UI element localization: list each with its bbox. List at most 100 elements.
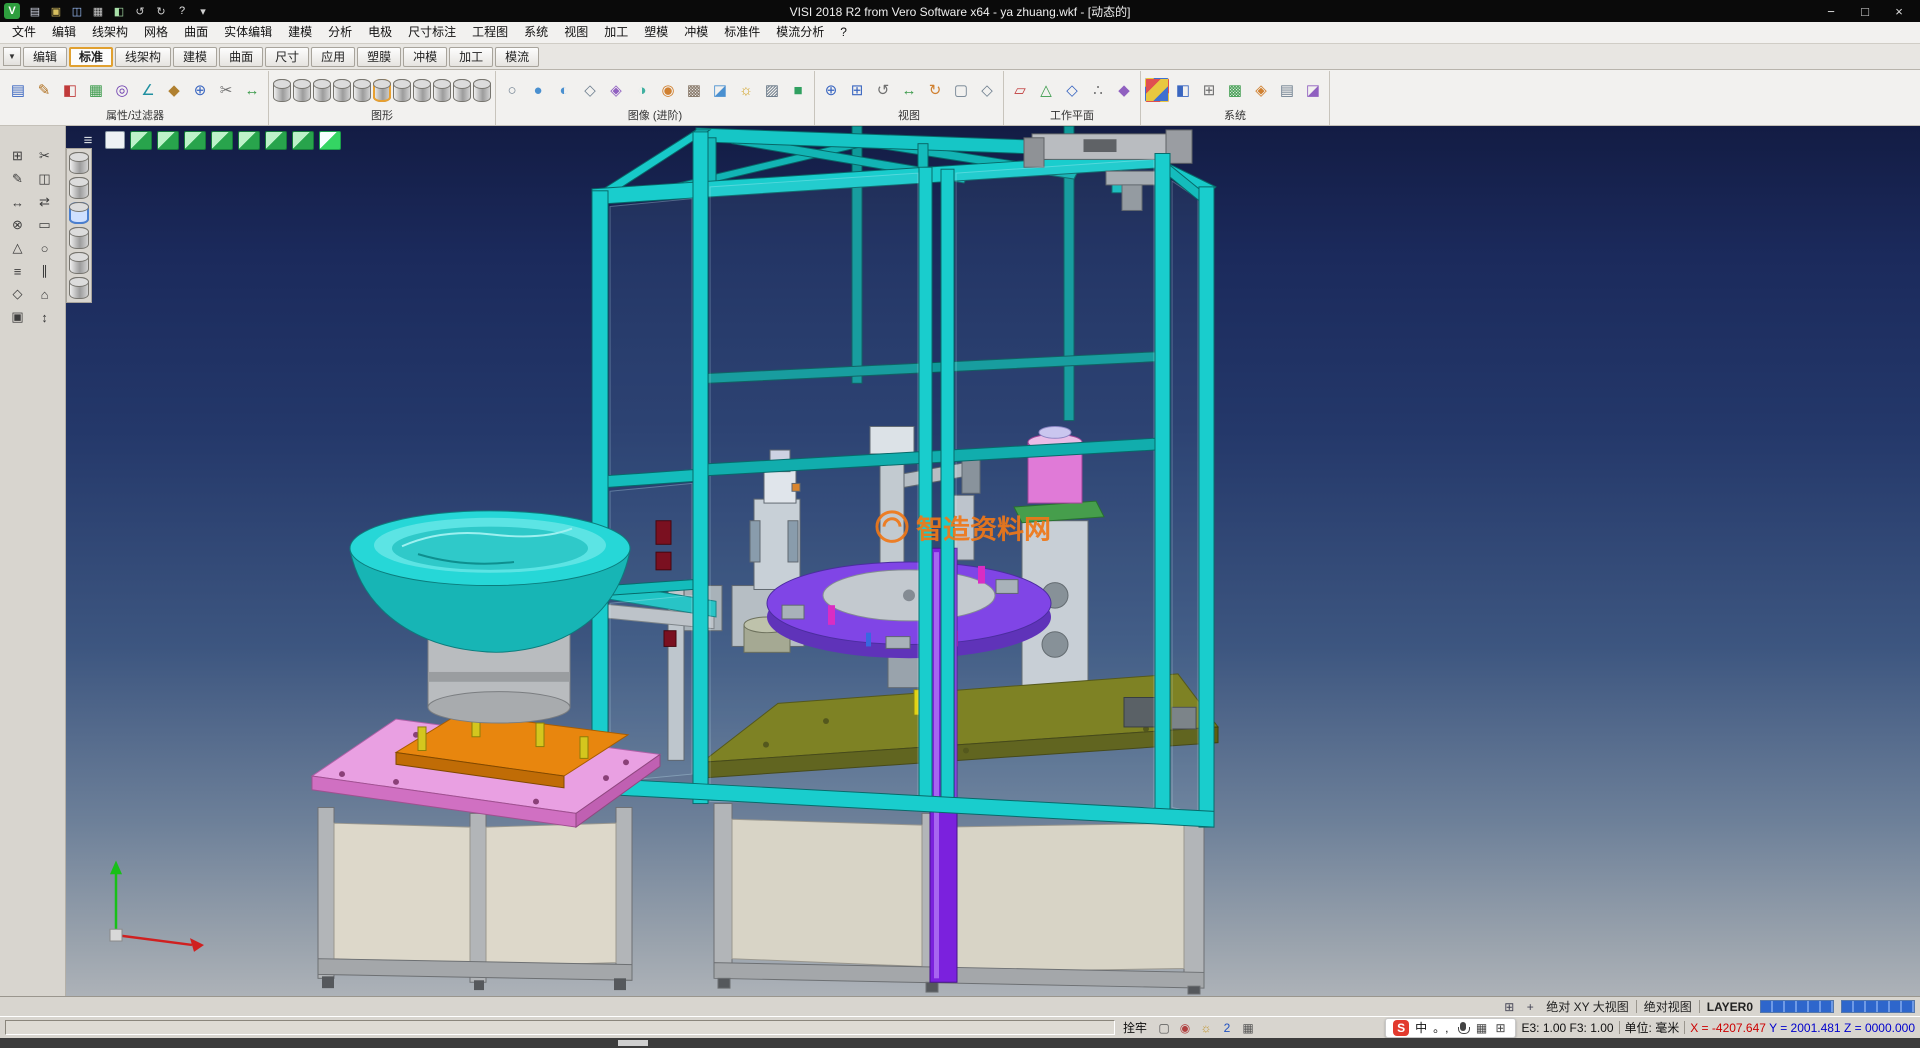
- menu-solid-edit[interactable]: 实体编辑: [216, 22, 280, 43]
- cut-icon[interactable]: ✂: [33, 146, 57, 166]
- iso-view-cube-icon[interactable]: [238, 131, 260, 150]
- iso-view-cube-icon[interactable]: [265, 131, 287, 150]
- print-icon[interactable]: ▦: [89, 3, 107, 19]
- layer-indicator[interactable]: LAYER0: [1707, 1000, 1753, 1014]
- graphics-layer-icon[interactable]: [453, 79, 471, 102]
- iso-view-cube-icon[interactable]: [184, 131, 206, 150]
- filter-solid-icon[interactable]: ◆: [162, 78, 186, 102]
- snap-status-icon[interactable]: ▢: [1155, 1020, 1173, 1036]
- list-icon[interactable]: ≡: [6, 261, 30, 281]
- menu-mesh[interactable]: 网格: [136, 22, 176, 43]
- background-icon[interactable]: ▨: [760, 78, 784, 102]
- workplane-xz-icon[interactable]: △: [1034, 78, 1058, 102]
- menu-file[interactable]: 文件: [4, 22, 44, 43]
- light-icon[interactable]: ☼: [734, 78, 758, 102]
- circle-icon[interactable]: ○: [33, 238, 57, 258]
- graphics-layer-icon[interactable]: [393, 79, 411, 102]
- grid-icon[interactable]: ▣: [6, 307, 30, 327]
- tab-standard[interactable]: 标准: [69, 47, 113, 67]
- filter-all-icon[interactable]: ⊕: [188, 78, 212, 102]
- menu-analysis[interactable]: 分析: [320, 22, 360, 43]
- graphics-layer-icon[interactable]: [333, 79, 351, 102]
- menu-modeling[interactable]: 建模: [280, 22, 320, 43]
- workplane-3pt-icon[interactable]: ∴: [1086, 78, 1110, 102]
- entity-filter-icon[interactable]: [69, 227, 89, 249]
- tab-application[interactable]: 应用: [311, 47, 355, 67]
- filter-apply-icon[interactable]: ↔: [240, 78, 264, 102]
- entity-filter-icon[interactable]: [69, 252, 89, 274]
- tab-surface[interactable]: 曲面: [219, 47, 263, 67]
- properties-icon[interactable]: ▤: [6, 78, 30, 102]
- workplane-yz-icon[interactable]: ◇: [1060, 78, 1084, 102]
- filter-wire-icon[interactable]: ∠: [136, 78, 160, 102]
- save-icon[interactable]: ◫: [68, 3, 86, 19]
- hidden-line-icon[interactable]: ◈: [604, 78, 628, 102]
- rect-icon[interactable]: ▭: [33, 215, 57, 235]
- ime-keyboard-icon[interactable]: ▦: [1473, 1020, 1489, 1036]
- preview-icon[interactable]: ◧: [110, 3, 128, 19]
- menu-mold[interactable]: 塑模: [636, 22, 676, 43]
- iso-view-cube-icon[interactable]: [130, 131, 152, 150]
- entity-filter-icon[interactable]: [69, 202, 89, 224]
- shade-off-icon[interactable]: ○: [500, 78, 524, 102]
- tab-stamping[interactable]: 冲模: [403, 47, 447, 67]
- mic-icon[interactable]: [1454, 1020, 1470, 1036]
- minimize-button[interactable]: −: [1814, 0, 1848, 22]
- stretch-icon[interactable]: ↕: [33, 307, 57, 327]
- entity-filter-icon[interactable]: [69, 277, 89, 299]
- workplane-mini-icon[interactable]: ⊞: [1500, 999, 1518, 1015]
- session-count[interactable]: 2: [1218, 1020, 1236, 1036]
- ime-toolbox-icon[interactable]: ⊞: [1492, 1020, 1508, 1036]
- pan-icon[interactable]: ↔: [897, 78, 921, 102]
- menu-dimension[interactable]: 尺寸标注: [400, 22, 464, 43]
- tab-edit[interactable]: 编辑: [23, 47, 67, 67]
- tab-dropdown-icon[interactable]: ▼: [3, 47, 21, 66]
- wireframe-view-icon[interactable]: ◇: [578, 78, 602, 102]
- zoom-window-icon[interactable]: ⊞: [845, 78, 869, 102]
- tab-machining[interactable]: 加工: [449, 47, 493, 67]
- filter-type-icon[interactable]: ◎: [110, 78, 134, 102]
- sogou-logo[interactable]: S: [1393, 1020, 1409, 1036]
- shade-on-icon[interactable]: ●: [526, 78, 550, 102]
- options-icon[interactable]: ◪: [1301, 78, 1325, 102]
- graphics-layer-icon[interactable]: [353, 79, 371, 102]
- graphics-layer-icon[interactable]: [473, 79, 491, 102]
- draw-icon[interactable]: ✎: [6, 169, 30, 189]
- workplane-xy-icon[interactable]: ▱: [1008, 78, 1032, 102]
- ime-punct-indicator[interactable]: 。,: [1433, 1019, 1448, 1036]
- tab-wireframe[interactable]: 线架构: [115, 47, 171, 67]
- menu-wireframe[interactable]: 线架构: [84, 22, 136, 43]
- filter-pencil-icon[interactable]: ✎: [32, 78, 56, 102]
- menu-machining[interactable]: 加工: [596, 22, 636, 43]
- menu-standard-parts[interactable]: 标准件: [716, 22, 768, 43]
- grid-settings-icon[interactable]: ▩: [1223, 78, 1247, 102]
- graphics-layer-icon[interactable]: [273, 79, 291, 102]
- parallel-icon[interactable]: ∥: [33, 261, 57, 281]
- calculator-icon[interactable]: ⊞: [1197, 78, 1221, 102]
- color-palette-icon[interactable]: [1145, 78, 1169, 102]
- graphics-layer-icon[interactable]: [433, 79, 451, 102]
- delete-icon[interactable]: ⊗: [6, 215, 30, 235]
- tab-moldflow[interactable]: 模流: [495, 47, 539, 67]
- texture-icon[interactable]: ▩: [682, 78, 706, 102]
- entity-filter-icon[interactable]: [69, 177, 89, 199]
- home-icon[interactable]: ⌂: [33, 284, 57, 304]
- copy-icon[interactable]: ◫: [33, 169, 57, 189]
- menu-die[interactable]: 冲模: [676, 22, 716, 43]
- menu-edit[interactable]: 编辑: [44, 22, 84, 43]
- move-icon[interactable]: ↔: [6, 192, 30, 212]
- zoom-prev-icon[interactable]: ↺: [871, 78, 895, 102]
- database-icon[interactable]: ▤: [1275, 78, 1299, 102]
- section-icon[interactable]: ◪: [708, 78, 732, 102]
- filter-color-icon[interactable]: ◧: [58, 78, 82, 102]
- select-icon[interactable]: ⊞: [6, 146, 30, 166]
- tab-modeling[interactable]: 建模: [173, 47, 217, 67]
- tab-dimension[interactable]: 尺寸: [265, 47, 309, 67]
- undo-icon[interactable]: ↺: [131, 3, 149, 19]
- close-button[interactable]: ×: [1882, 0, 1916, 22]
- swap-icon[interactable]: ⇄: [33, 192, 57, 212]
- open-folder-icon[interactable]: ▣: [47, 3, 65, 19]
- new-file-icon[interactable]: ▤: [26, 3, 44, 19]
- view-iso-icon[interactable]: ◇: [975, 78, 999, 102]
- view-blank-icon[interactable]: [105, 131, 125, 149]
